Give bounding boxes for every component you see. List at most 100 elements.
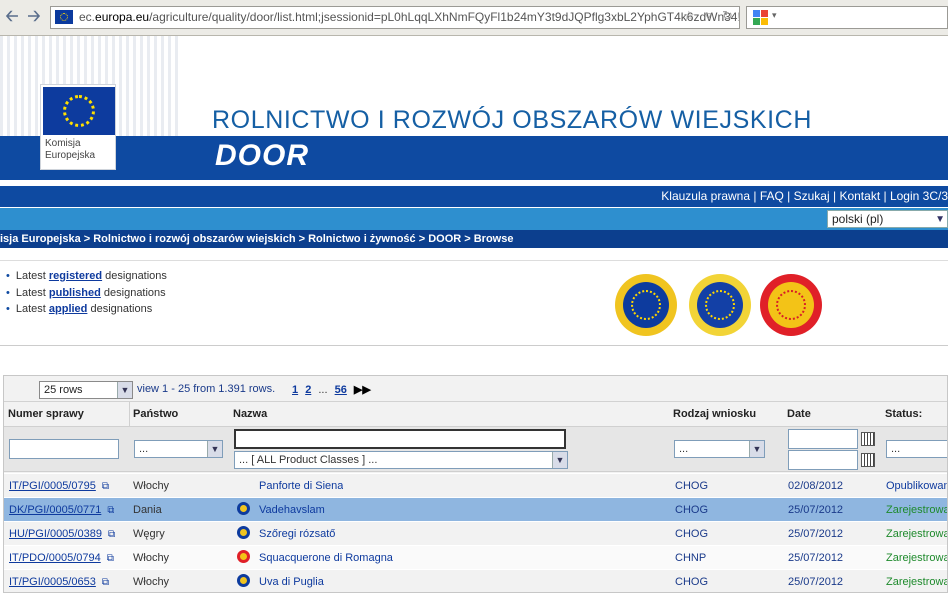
- status-cell: Zarejestrowa: [886, 552, 948, 564]
- name-filter-input[interactable]: [234, 429, 566, 449]
- column-header-status[interactable]: Status:: [885, 408, 922, 420]
- type-cell: CHNP: [675, 552, 707, 564]
- status-cell: Zarejestrowa: [886, 528, 948, 540]
- language-select[interactable]: polski (pl) ▼: [827, 210, 948, 228]
- page-ellipsis: ...: [318, 384, 328, 396]
- reload-icon[interactable]: ↻: [722, 8, 733, 24]
- external-link-icon[interactable]: ⧉: [102, 475, 109, 499]
- search-link[interactable]: Szukaj: [794, 189, 830, 203]
- name-cell: Panforte di Siena: [259, 480, 344, 492]
- latest-registered-item: Latest registered designations: [6, 270, 167, 282]
- header-band: [0, 136, 948, 180]
- column-header-country[interactable]: Państwo: [133, 408, 178, 420]
- registered-link[interactable]: registered: [49, 270, 102, 282]
- type-cell: CHOG: [675, 504, 708, 516]
- page-link-2[interactable]: 2: [305, 384, 311, 396]
- eu-flag-favicon-icon: [55, 10, 73, 24]
- type-filter-select[interactable]: ... ▼: [674, 440, 765, 458]
- case-number-link[interactable]: IT/PDO/0005/0794 ⧉: [9, 546, 114, 571]
- calendar-icon[interactable]: [861, 453, 875, 467]
- legal-notice-link[interactable]: Klauzula prawna: [661, 189, 750, 203]
- case-filter-input[interactable]: [9, 439, 119, 459]
- country-cell: Węgry: [133, 528, 165, 540]
- language-value: polski (pl): [832, 212, 884, 226]
- eu-flag-icon: [43, 87, 115, 135]
- pagination: 1 2 ... 56 ▶▶: [292, 383, 371, 396]
- history-dropdown-icon[interactable]: ▿: [705, 8, 712, 24]
- country-filter-select[interactable]: ... ▼: [134, 440, 223, 458]
- pgi-seal-icon: [615, 274, 677, 336]
- date-cell: 25/07/2012: [788, 576, 844, 588]
- pgi-seal-icon: [237, 526, 250, 539]
- logo-text: Komisja Europejska: [45, 138, 96, 161]
- date-from-input[interactable]: [788, 429, 858, 449]
- type-cell: CHOG: [675, 576, 708, 588]
- external-link-icon[interactable]: ⧉: [107, 547, 114, 571]
- site-header: Komisja Europejska ROLNICTWO I ROZWÓJ OB…: [0, 36, 948, 184]
- rows-per-page-select[interactable]: 25 rows ▼: [39, 381, 133, 399]
- case-number-link[interactable]: DK/PGI/0005/0771 ⧉: [9, 498, 114, 523]
- status-cell: Zarejestrowa: [886, 576, 948, 588]
- country-cell: Dania: [133, 504, 162, 516]
- url-host: europa.eu: [95, 10, 150, 24]
- status-filter-select[interactable]: ...: [886, 440, 947, 458]
- table-row-selected[interactable]: DK/PGI/0005/0771 ⧉ Dania Vadehavslam CHOG…: [4, 497, 947, 523]
- status-cell: Opublikowan: [886, 480, 948, 492]
- table-row[interactable]: IT/PGI/0005/0653 ⧉ Włochy Uva di Puglia C…: [4, 569, 948, 592]
- column-header-date[interactable]: Date: [787, 408, 811, 420]
- column-header-name[interactable]: Nazwa: [233, 408, 267, 420]
- name-cell: Szőregi rózsatő: [259, 528, 336, 540]
- next-page-icon[interactable]: ▶▶: [354, 384, 371, 396]
- url-host-prefix: ec.: [79, 10, 96, 24]
- page-link-last[interactable]: 56: [335, 384, 347, 396]
- case-number-link[interactable]: IT/PGI/0005/0653 ⧉: [9, 570, 109, 592]
- latest-applied-item: Latest applied designations: [6, 303, 152, 315]
- date-cell: 02/08/2012: [788, 480, 844, 492]
- chevron-down-icon: ▼: [749, 441, 764, 457]
- product-class-select[interactable]: ... [ ALL Product Classes ] ... ▼: [234, 451, 568, 469]
- type-cell: CHOG: [675, 528, 708, 540]
- latest-published-item: Latest published designations: [6, 287, 166, 299]
- date-cell: 25/07/2012: [788, 504, 844, 516]
- external-link-icon[interactable]: ⧉: [102, 571, 109, 592]
- country-cell: Włochy: [133, 480, 170, 492]
- external-link-icon[interactable]: ⧉: [108, 523, 115, 547]
- chevron-down-icon: ▼: [207, 441, 222, 457]
- chevron-down-icon: ▼: [552, 452, 567, 468]
- column-header-case[interactable]: Numer sprawy: [8, 408, 84, 420]
- search-engine-dropdown-icon[interactable]: ▾: [772, 10, 777, 21]
- case-number-link[interactable]: IT/PGI/0005/0795 ⧉: [9, 474, 109, 499]
- country-cell: Włochy: [133, 576, 170, 588]
- search-box[interactable]: ▾: [746, 6, 948, 29]
- pdo-seal-icon: [237, 550, 250, 563]
- utility-links: Klauzula prawna | FAQ | Szukaj | Kontakt…: [661, 189, 948, 203]
- pgi-seal-icon: [237, 574, 250, 587]
- page-link-1[interactable]: 1: [292, 384, 298, 396]
- ec-logo[interactable]: Komisja Europejska: [40, 84, 116, 170]
- calendar-icon[interactable]: [861, 432, 875, 446]
- pgi-seal-icon: [237, 502, 250, 515]
- address-bar[interactable]: ec.europa.eu/agriculture/quality/door/li…: [50, 6, 740, 29]
- external-link-icon[interactable]: ⧉: [107, 499, 114, 523]
- applied-link[interactable]: applied: [49, 303, 88, 315]
- url-path: /agriculture/quality/door/list.html;jses…: [149, 10, 740, 24]
- faq-link[interactable]: FAQ: [760, 189, 784, 203]
- table-row[interactable]: IT/PDO/0005/0794 ⧉ Włochy Squacquerone di…: [4, 545, 948, 571]
- published-link[interactable]: published: [49, 287, 101, 299]
- type-cell: CHOG: [675, 480, 708, 492]
- case-number-link[interactable]: HU/PGI/0005/0389 ⧉: [9, 522, 115, 547]
- column-header-type[interactable]: Rodzaj wniosku: [673, 408, 756, 420]
- table-row[interactable]: IT/PGI/0005/0795 ⧉ Włochy Panforte di Sie…: [4, 473, 948, 499]
- table-row[interactable]: HU/PGI/0005/0389 ⧉ Węgry Szőregi rózsatő …: [4, 521, 948, 547]
- contact-link[interactable]: Kontakt: [839, 189, 880, 203]
- forward-arrow-icon[interactable]: 🡢: [26, 7, 42, 27]
- google-icon: [753, 10, 769, 26]
- country-cell: Włochy: [133, 552, 170, 564]
- utility-links-bar: Klauzula prawna | FAQ | Szukaj | Kontakt…: [0, 186, 948, 207]
- login-link[interactable]: Login 3C/3: [890, 189, 948, 203]
- date-to-input[interactable]: [788, 450, 858, 470]
- bookmark-star-icon[interactable]: ☆: [683, 8, 695, 24]
- breadcrumb: isja Europejska > Rolnictwo i rozwój obs…: [0, 230, 948, 248]
- back-arrow-icon[interactable]: 🡠: [4, 7, 20, 27]
- designations-table: 25 rows ▼ view 1 - 25 from 1.391 rows. 1…: [3, 375, 948, 593]
